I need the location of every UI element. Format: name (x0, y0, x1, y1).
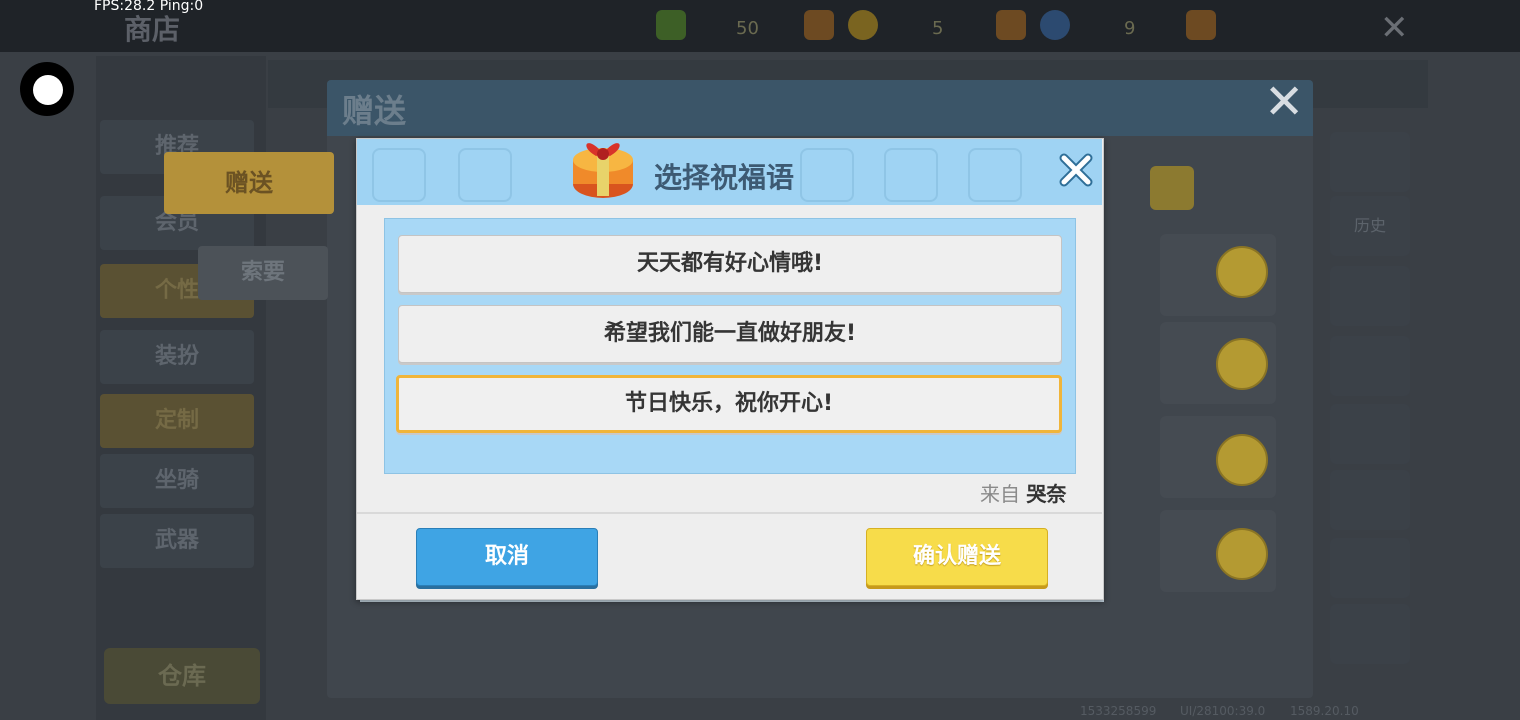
blessing-option[interactable]: 天天都有好心情哦! (398, 235, 1062, 293)
fps-readout: FPS:28.2 Ping:0 (94, 0, 204, 14)
warehouse-button[interactable]: 仓库 (104, 648, 260, 704)
dialog-divider (357, 512, 1102, 514)
add-currency-button[interactable] (996, 10, 1026, 40)
right-tool-grid[interactable] (1330, 132, 1410, 192)
header-pattern-icon (800, 148, 854, 202)
coin-icon (848, 10, 878, 40)
right-tool-history[interactable]: 历史 (1330, 196, 1410, 256)
send-gift-icon[interactable] (1216, 528, 1268, 580)
gift-window-close-icon[interactable]: ✕ (1264, 74, 1304, 130)
footer-info: 1533258599 (1080, 704, 1157, 718)
currency-value: 50 (736, 18, 759, 39)
nav-item-mount[interactable]: 坐骑 (100, 454, 254, 508)
footer-info: 1589.20.10 (1290, 704, 1359, 718)
send-gift-icon[interactable] (1216, 338, 1268, 390)
dialog-close-icon[interactable] (1058, 152, 1094, 188)
shop-top-bar (0, 0, 1520, 52)
confirm-gift-button[interactable]: 确认赠送 (866, 528, 1048, 586)
right-tool-pants[interactable] (1330, 538, 1410, 598)
gift-window-title: 赠送 (342, 92, 407, 130)
nav-item-outfit[interactable]: 装扮 (100, 330, 254, 384)
blue-gem-icon (1040, 10, 1070, 40)
sender-line: 来自 哭奈 (980, 478, 1066, 507)
search-button[interactable] (1150, 166, 1194, 210)
nav-item-custom[interactable]: 定制 (100, 394, 254, 448)
header-pattern-icon (884, 148, 938, 202)
tab-ask[interactable]: 索要 (198, 246, 328, 300)
shop-close-icon[interactable]: ✕ (1380, 8, 1409, 48)
right-tool-misc[interactable] (1330, 604, 1410, 664)
blessing-option-selected[interactable]: 节日快乐，祝你开心! (396, 375, 1062, 433)
green-gem-icon (656, 10, 686, 40)
header-pattern-icon (968, 148, 1022, 202)
tab-give[interactable]: 赠送 (164, 152, 334, 214)
currency-value: 9 (1124, 18, 1136, 39)
add-currency-button[interactable] (804, 10, 834, 40)
from-label: 来自 (980, 482, 1020, 506)
blessing-option[interactable]: 希望我们能一直做好朋友! (398, 305, 1062, 363)
shop-title: 商店 (124, 13, 181, 46)
header-pattern-icon (458, 148, 512, 202)
footer-info: UI/28100:39.0 (1180, 704, 1266, 718)
sender-name: 哭奈 (1026, 482, 1067, 506)
nav-item-weapon[interactable]: 武器 (100, 514, 254, 568)
right-tool-shirt[interactable] (1330, 266, 1410, 326)
gift-window-header (327, 80, 1313, 136)
gift-box-icon (573, 143, 633, 198)
currency-value: 5 (932, 18, 944, 39)
header-pattern-icon (372, 148, 426, 202)
send-gift-icon[interactable] (1216, 246, 1268, 298)
send-gift-icon[interactable] (1216, 434, 1268, 486)
floating-dot-icon (33, 75, 63, 105)
right-tool-frame[interactable] (1330, 404, 1410, 464)
right-tool-face[interactable] (1330, 336, 1410, 396)
add-currency-button[interactable] (1186, 10, 1216, 40)
cancel-button[interactable]: 取消 (416, 528, 598, 586)
blessing-dialog-title: 选择祝福语 (654, 161, 795, 194)
right-tool-glasses[interactable] (1330, 470, 1410, 530)
